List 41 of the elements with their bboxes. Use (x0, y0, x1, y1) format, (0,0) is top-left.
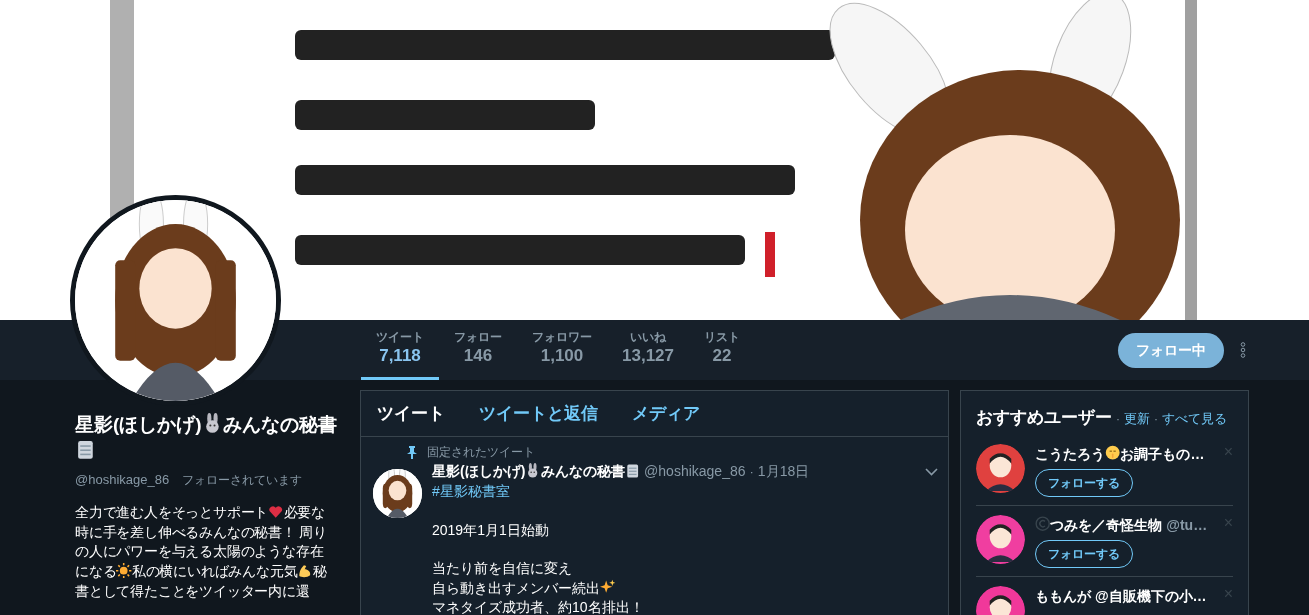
hashtag-link[interactable]: #星影秘書室 (432, 483, 510, 499)
separator-dot: · (1116, 411, 1120, 428)
suggested-user-name[interactable]: つみを／奇怪生物 @tu… (1035, 514, 1208, 536)
pinned-tweet-label: 固定されたツイート (427, 444, 535, 461)
suggested-user-name[interactable]: こうたろう お調子もの… (1035, 443, 1205, 465)
arm-icon (297, 562, 313, 579)
chevron-down-icon[interactable] (925, 467, 938, 476)
timeline-tab[interactable]: メディア (632, 400, 700, 427)
tweet-author-name: 星影(ほしかげ) みんなの秘書 (432, 461, 641, 482)
timeline-tab[interactable]: ツイートと返信 (479, 400, 598, 427)
profile-stat-tab[interactable]: リスト 22 (689, 320, 755, 380)
user-avatar[interactable] (976, 443, 1025, 493)
tweet-text: 2019年1月1日始動 (432, 520, 550, 540)
follows-you-label: フォローされています (181, 473, 302, 488)
pin-icon (407, 445, 417, 459)
timeline-tab[interactable]: ツイート (377, 400, 445, 427)
user-avatar[interactable] (976, 514, 1025, 564)
sparkle-icon (600, 579, 616, 595)
profile-stat-tab[interactable]: ツイート 7,118 (361, 320, 439, 380)
tweet-author-handle: @hoshikage_86 (644, 462, 746, 481)
copyright-icon (1035, 516, 1051, 532)
tweet-date: 1月18日 (757, 462, 810, 481)
profile-bio: 全力で進む人をそっとサポート 必要な時に手を差し伸べるみんなの秘書！ 周りの人にパワーを与える太陽のような存在になる 私の横にいればみんな元気 秘書として得たことをツイッター内に還 (75, 503, 329, 601)
more-icon[interactable] (1240, 342, 1246, 358)
profile-stat-tab[interactable]: いいね 13,127 (607, 320, 689, 380)
notepad-icon (624, 462, 641, 479)
separator-dot: · (1154, 411, 1158, 428)
suggestions-link[interactable]: 更新 (1124, 409, 1150, 429)
profile-name: 星影(ほしかげ) みんなの秘書 (75, 412, 340, 464)
heart-icon (268, 504, 284, 520)
suggestions-link[interactable]: すべて見る (1162, 409, 1227, 429)
tweet-text: 当たり前を自信に変え 自ら動き出すメンバー続出 マネタイズ成功者、約10名排出！ (432, 559, 645, 615)
suggestions-title: おすすめユーザー (976, 407, 1112, 429)
sun-icon (116, 562, 132, 579)
suggested-user-name[interactable]: ももんが @自販機下の小… (1035, 585, 1207, 607)
profile-stat-tab[interactable]: フォロー 146 (439, 320, 517, 380)
profile-handle: @hoshikage_86 (75, 472, 170, 488)
separator-dot: · (749, 462, 754, 481)
face-icon (1105, 445, 1121, 461)
notepad-icon (75, 438, 96, 460)
profile-stat-tab[interactable]: フォロワー 1,100 (517, 320, 607, 380)
